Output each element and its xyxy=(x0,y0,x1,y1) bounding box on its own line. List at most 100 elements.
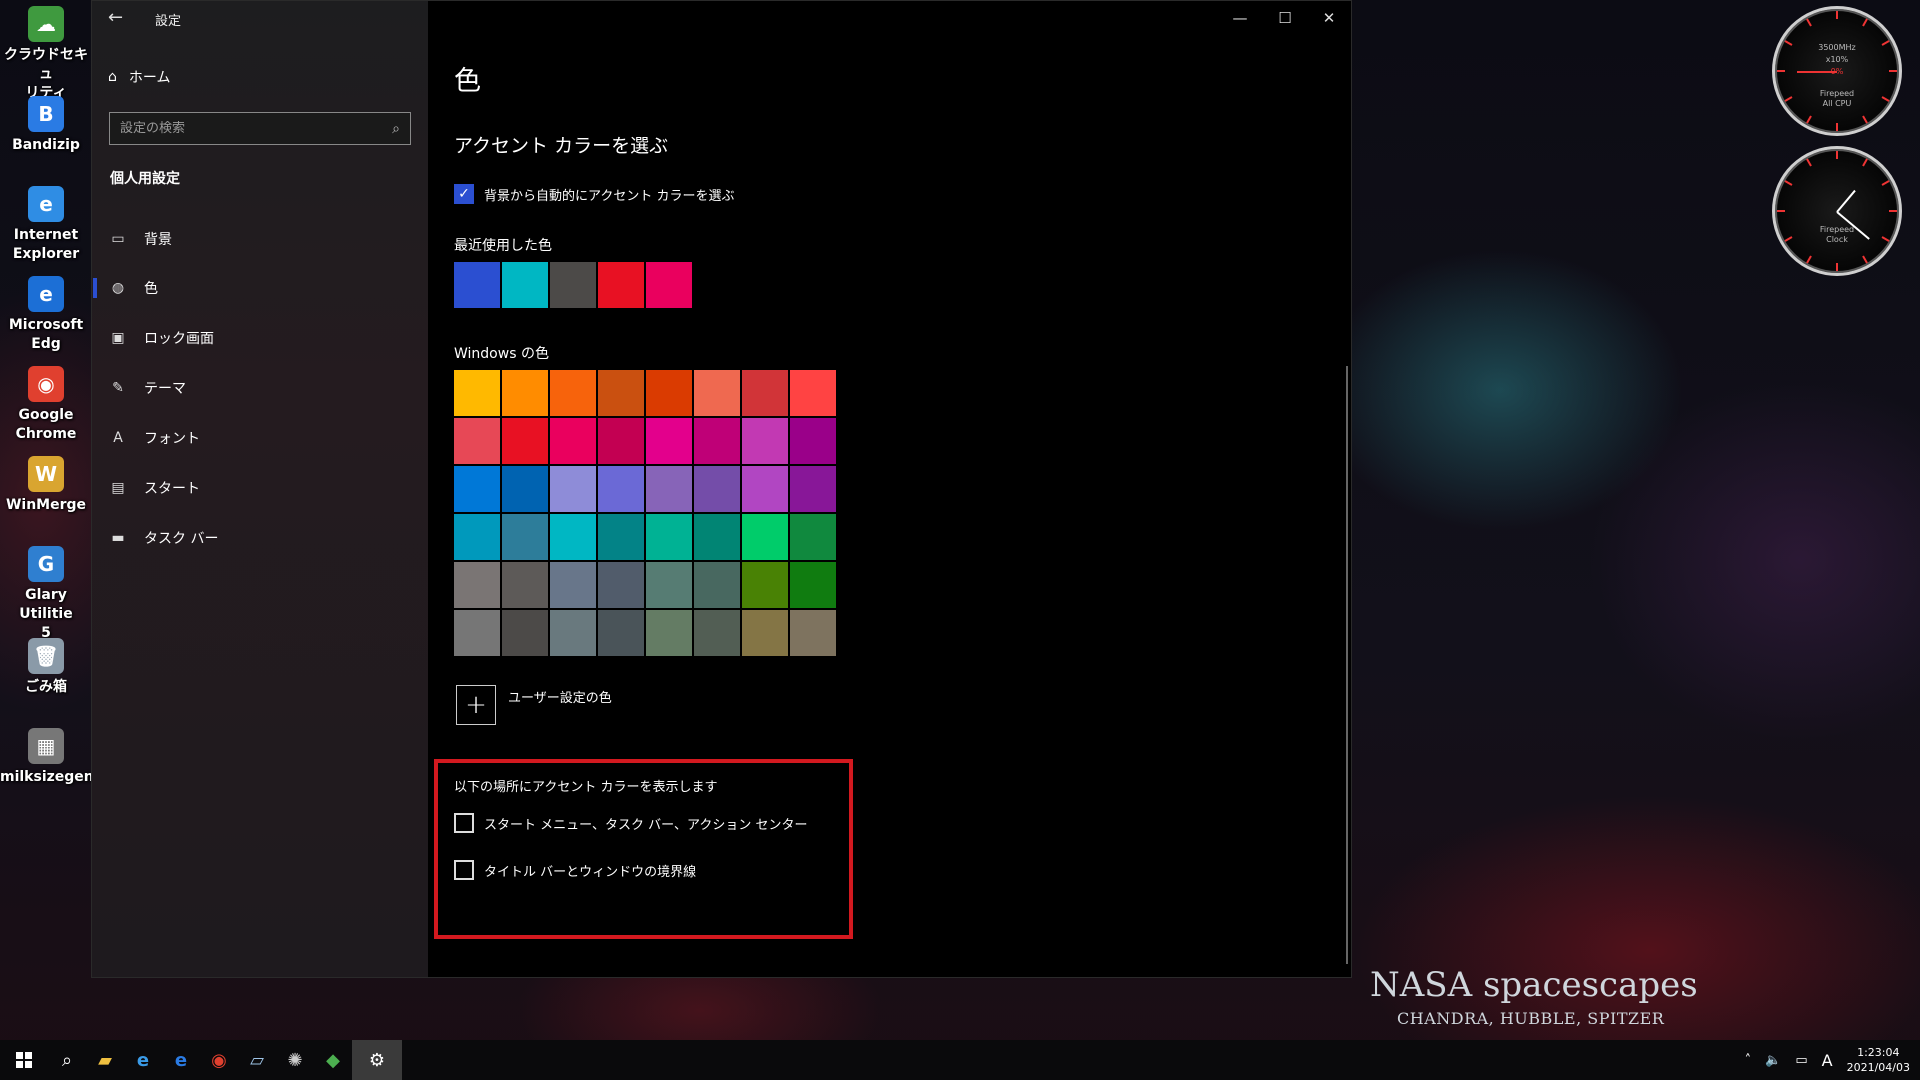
utility-app-icon[interactable]: ✺ xyxy=(276,1040,314,1080)
auto-accent-checkbox-row[interactable]: ✓ 背景から自動的にアクセント カラーを選ぶ xyxy=(454,184,734,204)
nav-item[interactable]: ◍ 色 xyxy=(92,269,428,307)
network-icon[interactable]: ▭ xyxy=(1795,1053,1807,1068)
windows-color-swatch[interactable] xyxy=(598,610,644,656)
desktop-icon[interactable]: ☁ クラウドセキュ リティ xyxy=(0,6,92,103)
edge-icon[interactable]: e xyxy=(162,1040,200,1080)
desktop-icon[interactable]: e Internet Explorer xyxy=(0,186,92,264)
desktop-icon[interactable]: W WinMerge xyxy=(0,456,92,515)
windows-color-swatch[interactable] xyxy=(502,370,548,416)
windows-color-swatch[interactable] xyxy=(646,562,692,608)
windows-color-swatch[interactable] xyxy=(550,370,596,416)
desktop-icon[interactable]: B Bandizip xyxy=(0,96,92,155)
windows-color-swatch[interactable] xyxy=(694,514,740,560)
windows-color-swatch[interactable] xyxy=(694,466,740,512)
windows-color-swatch[interactable] xyxy=(454,562,500,608)
windows-color-swatch[interactable] xyxy=(550,466,596,512)
windows-color-swatch[interactable] xyxy=(502,466,548,512)
windows-color-swatch[interactable] xyxy=(454,466,500,512)
windows-color-swatch[interactable] xyxy=(790,466,836,512)
search-icon[interactable]: ⌕ xyxy=(392,121,400,137)
desktop-icon-label: WinMerge xyxy=(5,497,87,513)
windows-color-swatch[interactable] xyxy=(550,562,596,608)
desktop-icon[interactable]: e Microsoft Edg xyxy=(0,276,92,354)
windows-color-swatch[interactable] xyxy=(742,370,788,416)
auto-accent-checkbox[interactable]: ✓ xyxy=(454,184,474,204)
content-scrollbar[interactable] xyxy=(1346,366,1348,964)
windows-color-swatch[interactable] xyxy=(454,418,500,464)
internet-explorer-icon[interactable]: e xyxy=(124,1040,162,1080)
windows-color-swatch[interactable] xyxy=(454,514,500,560)
windows-color-swatch[interactable] xyxy=(742,610,788,656)
windows-color-swatch[interactable] xyxy=(790,514,836,560)
windows-color-swatch[interactable] xyxy=(694,562,740,608)
windows-color-swatch[interactable] xyxy=(646,418,692,464)
cpu-gauge-widget[interactable]: 3500MHz x10% 0% Firepeed All CPU xyxy=(1772,6,1902,136)
windows-color-swatch[interactable] xyxy=(646,514,692,560)
volume-icon[interactable]: 🔈 xyxy=(1765,1053,1781,1068)
search-icon[interactable]: ⌕ xyxy=(48,1040,86,1080)
clock-gauge-widget[interactable]: Firepeed Clock xyxy=(1772,146,1902,276)
windows-color-swatch[interactable] xyxy=(790,418,836,464)
file-explorer-icon[interactable]: ▰ xyxy=(86,1040,124,1080)
nav-item[interactable]: ▬ タスク バー xyxy=(92,519,428,557)
windows-color-swatch[interactable] xyxy=(694,418,740,464)
windows-color-swatch[interactable] xyxy=(598,418,644,464)
windows-color-swatch[interactable] xyxy=(742,466,788,512)
recent-color-swatch[interactable] xyxy=(598,262,644,308)
nav-item[interactable]: A フォント xyxy=(92,419,428,457)
windows-color-swatch[interactable] xyxy=(790,370,836,416)
desktop-icon[interactable]: ▦ milksizegen xyxy=(0,728,92,787)
windows-color-swatch[interactable] xyxy=(646,610,692,656)
nav-item[interactable]: ✎ テーマ xyxy=(92,369,428,407)
start-button[interactable] xyxy=(0,1040,48,1080)
ime-indicator[interactable]: A xyxy=(1822,1051,1833,1070)
windows-color-swatch[interactable] xyxy=(742,514,788,560)
windows-color-swatch[interactable] xyxy=(646,466,692,512)
windows-color-swatch[interactable] xyxy=(598,562,644,608)
recent-color-swatch[interactable] xyxy=(502,262,548,308)
windows-color-swatch[interactable] xyxy=(742,562,788,608)
custom-color-button[interactable]: + ユーザー設定の色 xyxy=(456,685,612,725)
windows-color-swatch[interactable] xyxy=(694,370,740,416)
search-input[interactable] xyxy=(120,121,393,136)
accent-start-checkbox-row[interactable]: スタート メニュー、タスク バー、アクション センター xyxy=(454,813,808,833)
nav-item[interactable]: ▤ スタート xyxy=(92,469,428,507)
windows-color-swatch[interactable] xyxy=(790,562,836,608)
windows-color-swatch[interactable] xyxy=(550,418,596,464)
windows-color-swatch[interactable] xyxy=(598,514,644,560)
nav-item[interactable]: ▭ 背景 xyxy=(92,220,428,258)
windows-color-swatch[interactable] xyxy=(502,562,548,608)
windows-color-swatch[interactable] xyxy=(550,514,596,560)
cloud-security-icon[interactable]: ◆ xyxy=(314,1040,352,1080)
nav-item[interactable]: ▣ ロック画面 xyxy=(92,319,428,357)
clock[interactable]: 1:23:04 2021/04/03 xyxy=(1847,1045,1910,1075)
windows-color-swatch[interactable] xyxy=(598,370,644,416)
windows-color-swatch[interactable] xyxy=(502,514,548,560)
recent-color-swatch[interactable] xyxy=(550,262,596,308)
windows-color-swatch[interactable] xyxy=(694,610,740,656)
recent-color-swatch[interactable] xyxy=(454,262,500,308)
chrome-icon[interactable]: ◉ xyxy=(200,1040,238,1080)
desktop-icon[interactable]: 🗑 ごみ箱 xyxy=(0,638,92,697)
recent-color-swatch[interactable] xyxy=(646,262,692,308)
windows-color-swatch[interactable] xyxy=(598,466,644,512)
windows-color-swatch[interactable] xyxy=(454,370,500,416)
notepad-icon[interactable]: ▱ xyxy=(238,1040,276,1080)
settings-taskbar-icon[interactable]: ⚙ xyxy=(352,1040,402,1080)
windows-color-swatch[interactable] xyxy=(646,370,692,416)
windows-color-swatch[interactable] xyxy=(502,610,548,656)
accent-titlebar-checkbox[interactable] xyxy=(454,860,474,880)
windows-color-swatch[interactable] xyxy=(742,418,788,464)
settings-search-box[interactable]: ⌕ xyxy=(109,112,411,145)
desktop-icon[interactable]: G Glary Utilitie 5 xyxy=(0,546,92,643)
accent-titlebar-checkbox-row[interactable]: タイトル バーとウィンドウの境界線 xyxy=(454,860,696,880)
chevron-up-icon[interactable]: ˄ xyxy=(1745,1053,1752,1068)
back-arrow-icon[interactable]: ← xyxy=(108,7,123,28)
windows-color-swatch[interactable] xyxy=(454,610,500,656)
windows-color-swatch[interactable] xyxy=(790,610,836,656)
desktop-icon[interactable]: ◉ Google Chrome xyxy=(0,366,92,444)
accent-start-checkbox[interactable] xyxy=(454,813,474,833)
nav-home[interactable]: ⌂ ホーム xyxy=(108,67,170,87)
windows-color-swatch[interactable] xyxy=(550,610,596,656)
windows-color-swatch[interactable] xyxy=(502,418,548,464)
